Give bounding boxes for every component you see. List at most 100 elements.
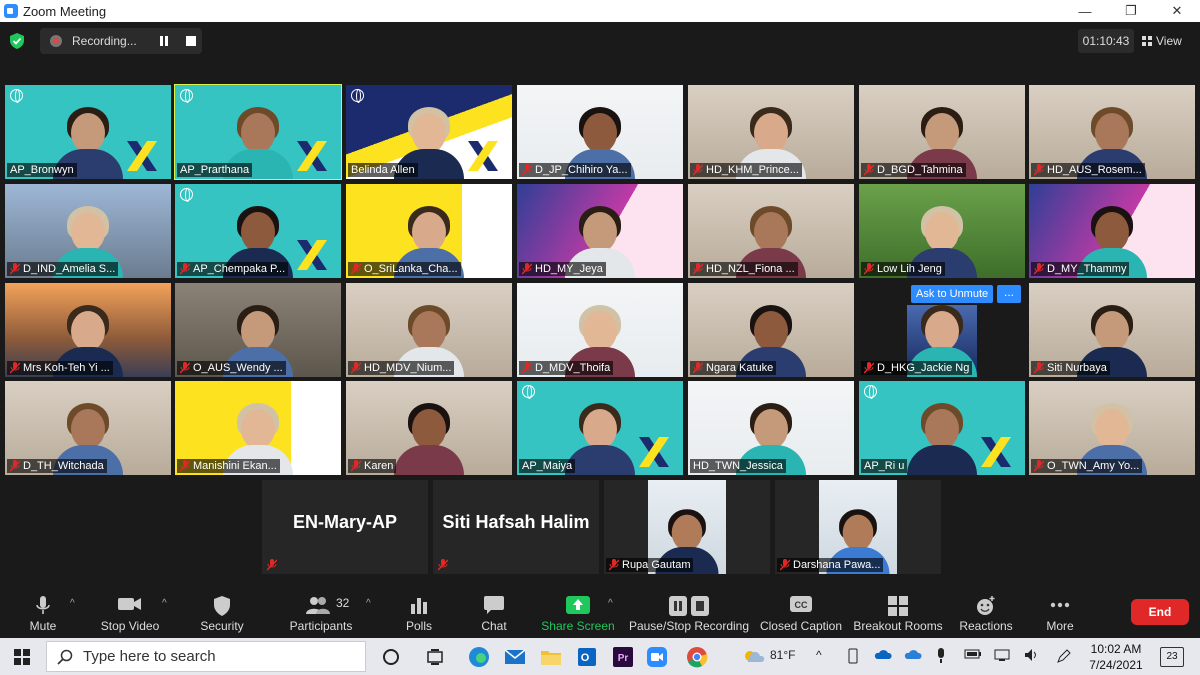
breakout-rooms-button[interactable]: Breakout Rooms	[852, 590, 944, 638]
task-view-icon[interactable]	[424, 646, 446, 668]
participants-options-caret-icon[interactable]: ^	[366, 598, 371, 609]
participant-tile[interactable]: Karen	[346, 381, 512, 475]
tray-chevron-up-icon[interactable]: ^	[816, 648, 822, 662]
pause-recording-icon[interactable]	[160, 36, 170, 46]
muted-microphone-icon	[864, 263, 874, 275]
stop-recording-icon[interactable]	[186, 36, 196, 46]
participant-name-tag: Mrs Koh-Teh Yi ...	[7, 361, 113, 375]
participant-tile[interactable]: AP_Maiya	[517, 381, 683, 475]
windows-start-icon[interactable]	[14, 649, 30, 665]
weather-sun-icon[interactable]	[740, 646, 766, 668]
participant-tile[interactable]: AP_Chempaka P...	[175, 184, 341, 278]
participant-tile[interactable]: Rupa Gautam	[604, 480, 770, 574]
reactions-smiley-icon	[977, 596, 995, 615]
participant-name-tag: Karen	[348, 459, 397, 473]
recording-indicator: Recording...	[40, 28, 202, 54]
premiere-pro-icon[interactable]: Pr	[612, 646, 634, 668]
share-options-caret-icon[interactable]: ^	[608, 598, 613, 609]
battery-icon[interactable]	[964, 648, 982, 660]
participant-tile[interactable]: AP_Prarthana	[174, 84, 342, 180]
participant-tile[interactable]: O_SriLanka_Cha...	[346, 184, 512, 278]
weather-temperature[interactable]: 81°F	[770, 648, 795, 662]
file-explorer-icon[interactable]	[540, 646, 562, 668]
window-title: Zoom Meeting	[23, 3, 107, 19]
participant-tile[interactable]: D_BGD_Tahmina	[859, 85, 1025, 179]
onedrive-cloud-icon-2[interactable]	[904, 648, 922, 660]
reactions-button[interactable]: Reactions	[958, 590, 1014, 638]
participant-tile[interactable]: HD_KHM_Prince...	[688, 85, 854, 179]
cortana-circle-icon[interactable]	[380, 646, 402, 668]
participant-tile[interactable]: HD_MY_Jeya	[517, 184, 683, 278]
participant-name-tag: AP_Ri u	[861, 459, 908, 473]
chrome-browser-icon[interactable]	[686, 646, 708, 668]
pause-stop-recording-button[interactable]: Pause/Stop Recording	[628, 590, 750, 638]
mute-label: Mute	[29, 619, 57, 633]
notification-center-icon[interactable]: 23	[1160, 647, 1184, 667]
participant-tile[interactable]: EN-Mary-AP	[262, 480, 428, 574]
participant-tile[interactable]: D_IND_Amelia S...	[5, 184, 171, 278]
participant-tile[interactable]: HD_AUS_Rosem...	[1029, 85, 1195, 179]
minimize-button[interactable]: —	[1062, 0, 1108, 22]
participant-tile[interactable]: Low Lih Jeng	[859, 184, 1025, 278]
participant-name-tag: O_SriLanka_Cha...	[348, 262, 461, 276]
participant-name: D_JP_Chihiro Ya...	[535, 164, 628, 176]
edge-browser-icon[interactable]	[468, 646, 490, 668]
participant-tile[interactable]: D_TH_Witchada	[5, 381, 171, 475]
more-button[interactable]: More	[1040, 590, 1080, 638]
svg-text:CC: CC	[795, 600, 808, 610]
participant-name: AP_Prarthana	[180, 164, 250, 176]
tray-device-icon[interactable]	[846, 648, 860, 664]
participant-name-tag: AP_Chempaka P...	[177, 262, 289, 276]
chat-button[interactable]: Chat	[474, 590, 514, 638]
participant-tile[interactable]: HD_MDV_Nium...	[346, 283, 512, 377]
participant-tile[interactable]: O_AUS_Wendy ...	[175, 283, 341, 377]
participant-tile[interactable]: HD_NZL_Fiona ...	[688, 184, 854, 278]
participant-tile[interactable]: HD_TWN_Jessica	[688, 381, 854, 475]
stop-video-button[interactable]: Stop Video	[98, 590, 162, 638]
participant-tile[interactable]: Belinda Allen	[346, 85, 512, 179]
participant-tile[interactable]: D_MDV_Thoifa	[517, 283, 683, 377]
participant-tile[interactable]: Ask to Unmute... D_HKG_Jackie Ng	[859, 283, 1025, 377]
participant-tile[interactable]: Siti Nurbaya	[1029, 283, 1195, 377]
polls-button[interactable]: Polls	[400, 590, 438, 638]
participant-tile[interactable]: AP_Ri u	[859, 381, 1025, 475]
participant-more-options-button[interactable]: ...	[997, 285, 1021, 303]
participant-tile[interactable]: Darshana Pawa...	[775, 480, 941, 574]
participant-tile[interactable]: D_JP_Chihiro Ya...	[517, 85, 683, 179]
share-screen-arrow-icon	[566, 596, 590, 614]
view-button[interactable]: View	[1142, 29, 1192, 53]
taskbar-search-box[interactable]: Type here to search	[46, 641, 366, 672]
mail-icon[interactable]	[504, 646, 526, 668]
participant-tile[interactable]: Manishini Ekan...	[175, 381, 341, 475]
participant-tile[interactable]: O_TWN_Amy Yo...	[1029, 381, 1195, 475]
taskbar-clock[interactable]: 10:02 AM 7/24/2021	[1086, 641, 1146, 673]
participant-tile[interactable]: AP_Bronwyn	[5, 85, 171, 179]
muted-microphone-icon	[780, 559, 790, 571]
ask-to-unmute-button[interactable]: Ask to Unmute	[911, 285, 994, 303]
security-button[interactable]: Security	[196, 590, 248, 638]
participant-tile[interactable]: Ngara Katuke	[688, 283, 854, 377]
participant-tile[interactable]: Siti Hafsah Halim	[433, 480, 599, 574]
participant-name-tag: Darshana Pawa...	[777, 558, 884, 572]
share-screen-button[interactable]: Share Screen	[540, 590, 616, 638]
network-icon[interactable]	[994, 648, 1010, 662]
polls-bar-chart-icon	[411, 598, 427, 614]
participant-tile[interactable]: Mrs Koh-Teh Yi ...	[5, 283, 171, 377]
onedrive-cloud-icon[interactable]	[874, 648, 892, 660]
video-options-caret-icon[interactable]: ^	[162, 598, 167, 609]
outlook-icon[interactable]: O	[576, 646, 598, 668]
encryption-shield-icon[interactable]	[10, 33, 24, 49]
end-meeting-button[interactable]: End	[1131, 599, 1189, 625]
pen-ink-icon[interactable]	[1056, 648, 1072, 664]
mute-button[interactable]: Mute	[18, 590, 68, 638]
volume-speaker-icon[interactable]	[1024, 648, 1040, 662]
close-button[interactable]: ✕	[1154, 0, 1200, 22]
tray-microphone-icon[interactable]	[936, 648, 946, 664]
mute-options-caret-icon[interactable]: ^	[70, 598, 75, 609]
muted-microphone-icon	[1034, 263, 1044, 275]
participant-name: HD_MY_Jeya	[535, 263, 603, 275]
maximize-button[interactable]: ❐	[1108, 0, 1154, 22]
zoom-app-icon[interactable]	[646, 646, 668, 668]
closed-caption-button[interactable]: CC Closed Caption	[758, 590, 844, 638]
participant-tile[interactable]: D_MY_Thammy	[1029, 184, 1195, 278]
